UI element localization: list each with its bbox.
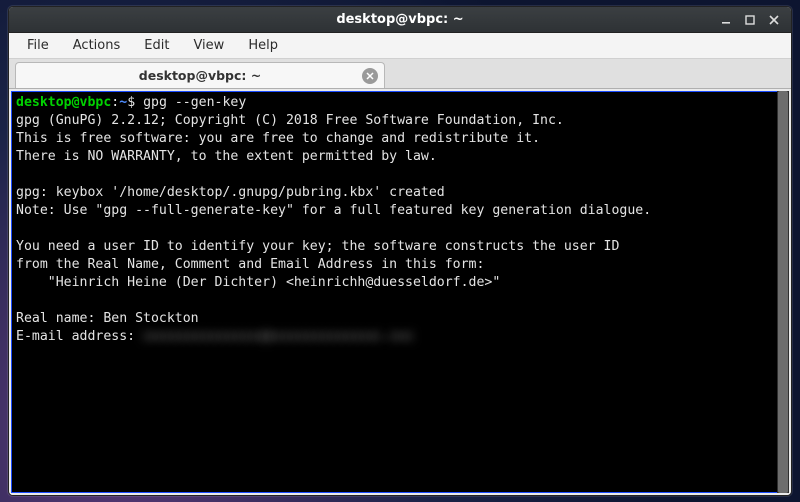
tab-label: desktop@vbpc: ~ [139, 68, 261, 83]
output-line: gpg: keybox '/home/desktop/.gnupg/pubrin… [16, 185, 445, 200]
output-line: You need a user ID to identify your key;… [16, 239, 619, 254]
menu-edit[interactable]: Edit [134, 35, 179, 56]
output-line: Note: Use "gpg --full-generate-key" for … [16, 203, 651, 218]
titlebar: desktop@vbpc: ~ [9, 7, 791, 33]
real-name-line: Real name: Ben Stockton [16, 311, 199, 326]
email-label: E-mail address: [16, 329, 143, 344]
menubar: File Actions Edit View Help [9, 33, 791, 59]
close-button[interactable] [767, 15, 781, 25]
window-title: desktop@vbpc: ~ [336, 12, 463, 27]
scrollbar[interactable] [777, 91, 789, 493]
scrollbar-thumb[interactable] [778, 91, 788, 493]
output-line: gpg (GnuPG) 2.2.12; Copyright (C) 2018 F… [16, 113, 564, 128]
output-line: from the Real Name, Comment and Email Ad… [16, 257, 484, 272]
window-controls [719, 7, 787, 32]
prompt-user: desktop@vbpc [16, 95, 111, 110]
email-value-redacted: xxxxxxxxxxxxxxx@xxxxxxxxxxxxxx.xxx [143, 328, 413, 346]
menu-actions[interactable]: Actions [63, 35, 131, 56]
terminal-container: desktop@vbpc:~$ gpg --gen-key gpg (GnuPG… [9, 89, 791, 495]
maximize-button[interactable] [743, 15, 757, 25]
prompt-dollar: $ [127, 95, 135, 110]
prompt-path: ~ [119, 95, 127, 110]
menu-help[interactable]: Help [238, 35, 288, 56]
terminal[interactable]: desktop@vbpc:~$ gpg --gen-key gpg (GnuPG… [11, 91, 789, 493]
tab-close-icon[interactable] [362, 68, 378, 84]
output-line: "Heinrich Heine (Der Dichter) <heinrichh… [16, 275, 500, 290]
minimize-button[interactable] [719, 15, 733, 25]
output-line: This is free software: you are free to c… [16, 131, 540, 146]
output-line: There is NO WARRANTY, to the extent perm… [16, 149, 437, 164]
terminal-window: desktop@vbpc: ~ File Actions Edit View H… [8, 6, 792, 496]
tabbar: desktop@vbpc: ~ [9, 59, 791, 89]
menu-file[interactable]: File [17, 35, 59, 56]
tab-active[interactable]: desktop@vbpc: ~ [15, 62, 385, 88]
menu-view[interactable]: View [183, 35, 234, 56]
command-text: gpg --gen-key [135, 95, 246, 110]
